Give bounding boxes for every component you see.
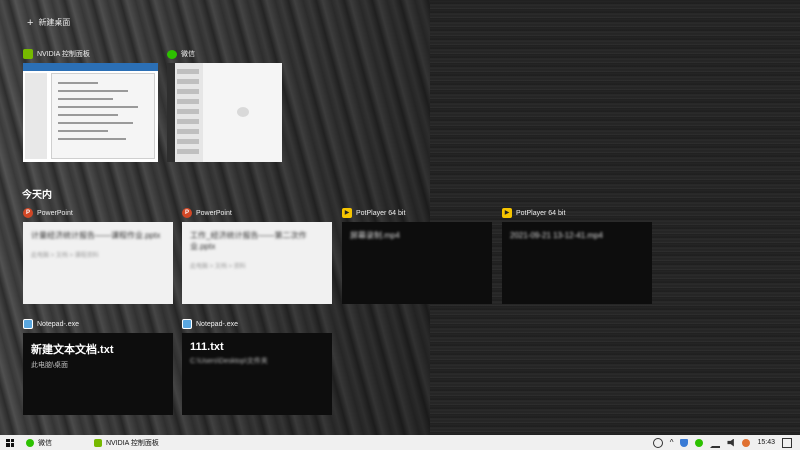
clock[interactable]: 15:43 (757, 439, 775, 446)
card-app-name: PotPlayer 64 bit (516, 209, 566, 217)
powerpoint-icon: P (23, 208, 33, 218)
notification-icon[interactable] (782, 437, 792, 448)
nvidia-icon (23, 49, 33, 59)
taskbar-item-nvidia[interactable]: NVIDIA 控制面板 (88, 435, 165, 450)
window-wechat[interactable]: 微信 (167, 48, 282, 162)
start-button[interactable] (0, 435, 20, 450)
card-file-path: 此电脑 > 文档 > 课程资料 (31, 253, 99, 259)
card-file-path: 此电脑 > 文档 > 资料 (190, 264, 246, 270)
powerpoint-icon: P (182, 208, 192, 218)
card-app-name: PotPlayer 64 bit (356, 209, 406, 217)
card-preview[interactable]: 屏幕录制.mp4 (342, 222, 492, 304)
card-file-title: 屏幕录制.mp4 (350, 231, 400, 240)
card-preview[interactable]: 2021-09-21 13-12-41.mp4 (502, 222, 652, 304)
taskbar-item-label: 微信 (38, 439, 52, 447)
potplayer-icon: ▶ (502, 208, 512, 218)
card-preview[interactable]: 计量经济统计报告——课程作业.pptx 此电脑 > 文档 > 课程资料 (23, 222, 173, 304)
card-file-title: 111.txt (190, 341, 224, 353)
window-thumbnail[interactable] (167, 63, 282, 162)
window-title: NVIDIA 控制面板 (37, 51, 90, 58)
window-title: 微信 (181, 51, 195, 58)
window-thumbnail[interactable] (23, 63, 158, 162)
windows-logo-icon (6, 438, 14, 447)
timeline-card[interactable]: ▶ PotPlayer 64 bit 2021-09-21 13-12-41.m… (502, 207, 652, 304)
wechat-icon (26, 438, 34, 447)
defender-shield-icon[interactable] (680, 438, 689, 447)
card-file-title: 工作_经济统计报告——第二次作业.pptx (190, 231, 307, 251)
notepad-icon (23, 319, 33, 329)
timeline-card[interactable]: P PowerPoint 工作_经济统计报告——第二次作业.pptx 此电脑 >… (182, 207, 332, 304)
card-preview[interactable]: 新建文本文档.txt 此电脑\桌面 (23, 333, 173, 415)
timeline-section-title: 今天内 (22, 190, 52, 201)
card-app-name: Notepad-.exe (196, 320, 239, 328)
potplayer-icon: ▶ (342, 208, 352, 218)
taskbar: 微信 NVIDIA 控制面板 ^ 15:43 (0, 435, 800, 450)
new-desktop-button[interactable]: + 新建桌面 (27, 17, 70, 28)
card-preview[interactable]: 111.txt C:\Users\Desktop\文件夹 (182, 333, 332, 415)
people-icon[interactable] (652, 437, 663, 448)
card-app-name: PowerPoint (196, 209, 232, 217)
card-file-title: 计量经济统计报告——课程作业.pptx (31, 231, 161, 240)
card-file-title: 2021-09-21 13-12-41.mp4 (510, 231, 603, 240)
card-file-path: 此电脑\桌面 (31, 362, 68, 369)
wechat-icon (167, 49, 177, 59)
card-file-title: 新建文本文档.txt (31, 344, 114, 356)
chevron-up-icon[interactable]: ^ (670, 438, 674, 447)
new-desktop-label: 新建桌面 (38, 18, 71, 27)
nvidia-icon (94, 438, 102, 447)
taskbar-item-label: NVIDIA 控制面板 (106, 439, 159, 447)
network-icon[interactable] (710, 438, 721, 448)
card-preview[interactable]: 工作_经济统计报告——第二次作业.pptx 此电脑 > 文档 > 资料 (182, 222, 332, 304)
card-app-name: Notepad-.exe (37, 320, 80, 328)
plus-icon: + (27, 16, 34, 29)
card-app-name: PowerPoint (37, 209, 73, 217)
timeline-card[interactable]: Notepad-.exe 新建文本文档.txt 此电脑\桌面 (23, 318, 173, 415)
timeline-card[interactable]: ▶ PotPlayer 64 bit 屏幕录制.mp4 (342, 207, 492, 304)
taskbar-item-wechat[interactable]: 微信 (20, 435, 58, 450)
window-nvidia[interactable]: NVIDIA 控制面板 (23, 48, 158, 162)
card-file-path: C:\Users\Desktop\文件夹 (190, 358, 268, 365)
wechat-tray-icon[interactable] (695, 438, 704, 447)
app-tray-icon[interactable] (742, 438, 751, 447)
timeline-card[interactable]: Notepad-.exe 111.txt C:\Users\Desktop\文件… (182, 318, 332, 415)
timeline-card[interactable]: P PowerPoint 计量经济统计报告——课程作业.pptx 此电脑 > 文… (23, 207, 173, 304)
volume-icon[interactable] (727, 438, 734, 447)
system-tray: ^ 15:43 (652, 437, 800, 448)
notepad-icon (182, 319, 192, 329)
